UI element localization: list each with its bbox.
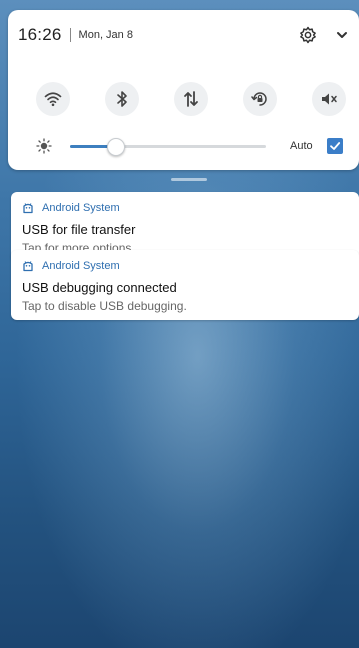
notification-text: Tap to disable USB debugging. bbox=[22, 299, 187, 313]
brightness-row: Auto bbox=[36, 134, 348, 158]
auto-brightness-label: Auto bbox=[290, 140, 313, 152]
quick-settings-panel: 16:26 Mon, Jan 8 Auto bbox=[8, 10, 359, 170]
brightness-slider-thumb[interactable] bbox=[107, 137, 125, 156]
date[interactable]: Mon, Jan 8 bbox=[79, 29, 133, 41]
notification-card[interactable]: Android System USB debugging connected T… bbox=[11, 250, 359, 320]
auto-rotate-icon bbox=[251, 92, 267, 106]
brightness-icon bbox=[36, 138, 52, 154]
notification-header: Android System bbox=[22, 202, 120, 214]
bluetooth-toggle[interactable] bbox=[105, 82, 139, 116]
mobile-data-toggle[interactable] bbox=[174, 82, 208, 116]
wifi-toggle[interactable] bbox=[36, 82, 70, 116]
android-system-icon bbox=[23, 203, 33, 214]
separator bbox=[69, 28, 71, 42]
mute-toggle[interactable] bbox=[312, 82, 346, 116]
status-row: 16:26 Mon, Jan 8 bbox=[18, 24, 349, 46]
panel-drag-handle[interactable] bbox=[171, 178, 207, 181]
checkmark-icon bbox=[329, 142, 340, 150]
auto-brightness-checkbox[interactable] bbox=[326, 138, 343, 154]
mobile-data-icon bbox=[184, 91, 198, 107]
clock[interactable]: 16:26 bbox=[18, 25, 62, 45]
settings-gear-icon[interactable] bbox=[299, 26, 317, 44]
notification-title: USB debugging connected bbox=[22, 280, 177, 295]
notification-title: USB for file transfer bbox=[22, 222, 136, 237]
quick-toggles bbox=[36, 82, 346, 118]
notification-app-name: Android System bbox=[42, 202, 120, 214]
wifi-icon bbox=[44, 92, 62, 107]
chevron-down-icon[interactable] bbox=[335, 28, 349, 42]
notification-app-name: Android System bbox=[42, 260, 120, 272]
status-icons bbox=[299, 26, 349, 44]
brightness-slider[interactable] bbox=[70, 137, 266, 156]
auto-rotate-toggle[interactable] bbox=[243, 82, 277, 116]
android-system-icon bbox=[23, 261, 33, 272]
mute-icon bbox=[322, 93, 337, 105]
notification-header: Android System bbox=[22, 260, 120, 272]
bluetooth-icon bbox=[117, 91, 127, 107]
